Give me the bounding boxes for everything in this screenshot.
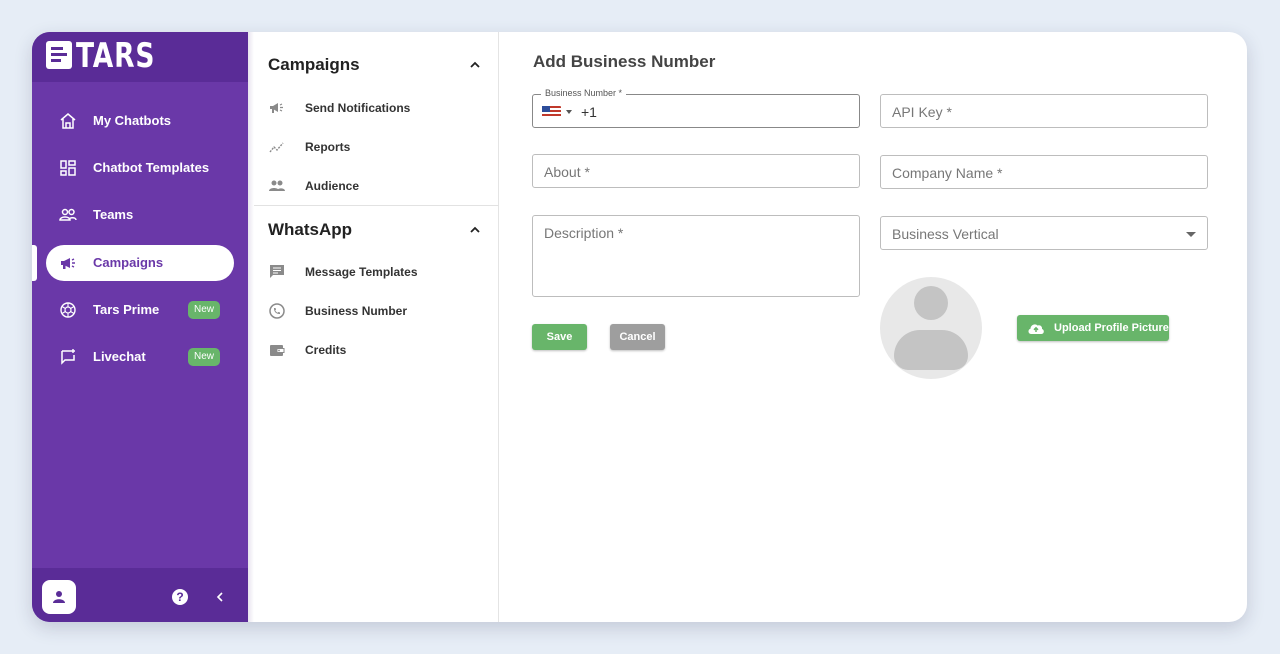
sidebar-item-label: Teams xyxy=(93,207,134,222)
upload-button-label: Upload Profile Picture xyxy=(1054,322,1169,334)
new-badge: New xyxy=(188,301,220,319)
whatsapp-icon xyxy=(269,303,285,319)
teams-icon xyxy=(59,208,77,221)
api-key-placeholder: API Key * xyxy=(892,104,952,120)
logo-bar: TARS xyxy=(32,32,248,82)
sidebar-item-label: My Chatbots xyxy=(93,113,171,128)
about-input[interactable]: About * xyxy=(532,154,860,188)
megaphone-icon xyxy=(270,103,283,113)
user-icon xyxy=(53,591,65,603)
sidebar-item-label: Livechat xyxy=(93,349,146,364)
sidebar-item-label: Campaigns xyxy=(93,255,164,270)
menu-item-label: Reports xyxy=(305,140,351,154)
upload-profile-picture-button[interactable]: Upload Profile Picture xyxy=(1017,315,1169,341)
save-button[interactable]: Save xyxy=(532,324,587,350)
sidebar-item-label: Tars Prime xyxy=(93,302,160,317)
api-key-input[interactable]: API Key * xyxy=(880,94,1208,128)
menu-item-label: Message Templates xyxy=(305,265,418,279)
templates-grid-icon xyxy=(60,160,76,176)
sidebar-item-label: Chatbot Templates xyxy=(93,160,210,175)
livechat-icon xyxy=(61,349,75,365)
dial-code: +1 xyxy=(581,104,597,120)
us-flag-icon[interactable] xyxy=(542,106,561,118)
sidebar-footer: ? xyxy=(32,568,248,622)
menu-item-business-number[interactable]: Business Number xyxy=(254,294,499,328)
section-divider xyxy=(254,205,499,206)
description-textarea[interactable]: Description * xyxy=(532,215,860,297)
people-icon xyxy=(269,180,285,191)
main-content: Add Business Number Business Number * +1… xyxy=(500,32,1247,622)
new-badge: New xyxy=(188,348,220,366)
section-title-whatsapp: WhatsApp xyxy=(268,220,353,239)
campaigns-menu-panel: Campaigns Send Notifications Reports Aud… xyxy=(254,32,499,622)
message-icon xyxy=(270,265,284,278)
user-profile-button[interactable] xyxy=(42,580,76,614)
menu-item-reports[interactable]: Reports xyxy=(254,130,499,164)
home-icon xyxy=(60,113,76,129)
menu-item-label: Audience xyxy=(305,179,360,193)
company-name-input[interactable]: Company Name * xyxy=(880,155,1208,189)
business-vertical-select[interactable]: Business Vertical xyxy=(880,216,1208,250)
sidebar-item-tars-prime[interactable]: Tars Prime New xyxy=(46,292,234,328)
cancel-button[interactable]: Cancel xyxy=(610,324,665,350)
page-title: Add Business Number xyxy=(533,52,716,71)
caret-down-icon xyxy=(1186,232,1196,237)
about-placeholder: About * xyxy=(544,164,590,180)
caret-down-icon[interactable] xyxy=(566,110,572,114)
menu-item-audience[interactable]: Audience xyxy=(254,169,499,203)
chevron-up-icon[interactable] xyxy=(468,58,482,72)
business-number-label: Business Number * xyxy=(541,88,627,98)
menu-item-send-notifications[interactable]: Send Notifications xyxy=(254,91,499,125)
menu-item-label: Business Number xyxy=(305,304,408,318)
section-title-campaigns: Campaigns xyxy=(268,55,360,74)
chevron-left-icon[interactable] xyxy=(212,588,228,606)
sidebar-item-campaigns[interactable]: Campaigns xyxy=(46,245,234,281)
brand-name: TARS xyxy=(76,36,156,76)
chevron-up-icon[interactable] xyxy=(468,223,482,237)
wallet-icon xyxy=(270,345,285,356)
cloud-upload-icon xyxy=(1028,324,1044,334)
sidebar-item-my-chatbots[interactable]: My Chatbots xyxy=(46,103,234,139)
menu-item-credits[interactable]: Credits xyxy=(254,333,499,367)
profile-avatar xyxy=(880,277,982,379)
trend-icon xyxy=(269,142,284,153)
sidebar-item-chatbot-templates[interactable]: Chatbot Templates xyxy=(46,150,234,186)
megaphone-icon xyxy=(61,258,75,269)
sidebar-item-teams[interactable]: Teams xyxy=(46,197,234,233)
app-window: TARS My Chatbots Chatbot Templates Teams… xyxy=(32,32,1247,622)
tars-logo-icon xyxy=(46,41,72,69)
company-name-placeholder: Company Name * xyxy=(892,165,1003,181)
help-icon[interactable]: ? xyxy=(172,589,188,605)
menu-item-label: Send Notifications xyxy=(305,101,411,115)
business-number-field[interactable]: Business Number * +1 xyxy=(532,88,860,128)
business-vertical-placeholder: Business Vertical xyxy=(892,226,999,242)
active-indicator xyxy=(32,245,37,281)
sidebar-item-livechat[interactable]: Livechat New xyxy=(46,339,234,375)
openai-icon xyxy=(60,302,76,318)
sidebar: TARS My Chatbots Chatbot Templates Teams… xyxy=(32,32,248,622)
menu-item-label: Credits xyxy=(305,343,347,357)
description-placeholder: Description * xyxy=(544,225,624,241)
menu-item-message-templates[interactable]: Message Templates xyxy=(254,255,499,289)
